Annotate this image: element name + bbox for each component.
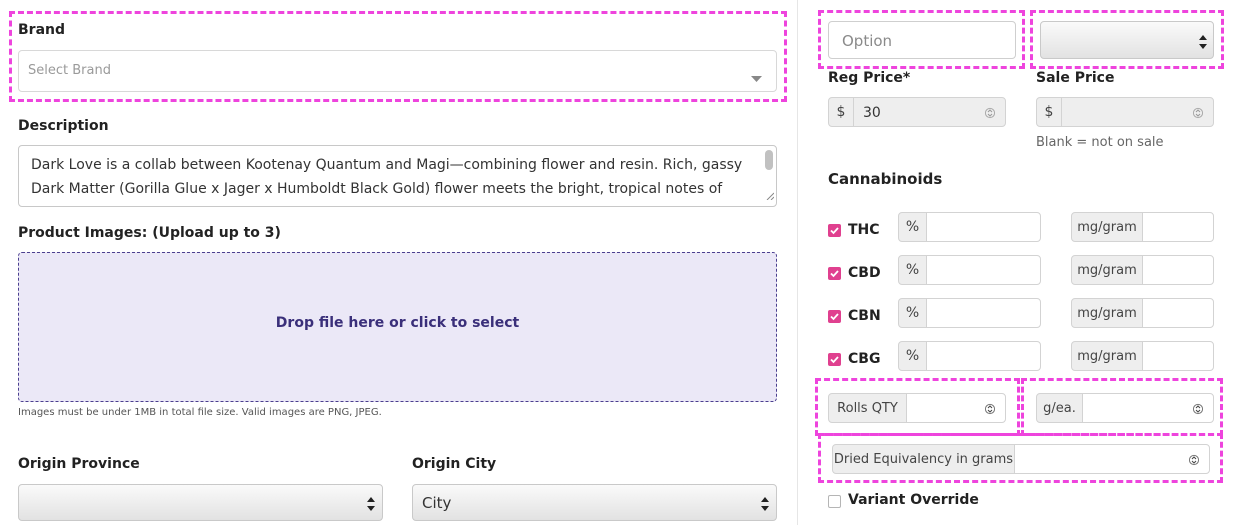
cbn-checkbox[interactable] (828, 310, 841, 323)
cbn-percent-addon: % (898, 298, 927, 328)
description-line-2: Dark Matter (Gorilla Glue x Jager x Humb… (31, 181, 723, 197)
reg-price-prefix: $ (828, 97, 854, 127)
stepper-icon[interactable] (1192, 105, 1204, 124)
cannabinoids-title: Cannabinoids (828, 170, 943, 188)
dried-equivalency-input[interactable] (1014, 444, 1210, 474)
cbd-mg-input[interactable] (1142, 255, 1214, 285)
origin-city-label: Origin City (412, 456, 497, 472)
dried-equivalency-addon: Dried Equivalency in grams (832, 444, 1015, 474)
thc-label: THC (848, 222, 880, 238)
description-textarea[interactable]: Dark Love is a collab between Kootenay Q… (18, 145, 777, 207)
thc-mg-addon: mg/gram (1071, 212, 1143, 242)
cbn-label: CBN (848, 308, 881, 324)
cbn-mg-input[interactable] (1142, 298, 1214, 328)
select-arrows-icon (761, 496, 769, 515)
sale-price-input[interactable] (1061, 97, 1214, 127)
cbd-checkbox[interactable] (828, 267, 841, 280)
description-line-1: Dark Love is a collab between Kootenay Q… (31, 157, 743, 173)
thc-checkbox[interactable] (828, 224, 841, 237)
origin-city-value: City (422, 494, 452, 512)
cbd-percent-input[interactable] (926, 255, 1041, 285)
cbg-checkbox[interactable] (828, 353, 841, 366)
g-ea-input[interactable] (1082, 393, 1214, 423)
option-input[interactable]: Option (828, 21, 1016, 59)
cbd-mg-addon: mg/gram (1071, 255, 1143, 285)
reg-price-value: 30 (863, 105, 881, 121)
cbg-percent-addon: % (898, 341, 927, 371)
reg-price-input[interactable]: 30 (853, 97, 1006, 127)
origin-province-select[interactable] (18, 484, 383, 521)
thc-mg-input[interactable] (1142, 212, 1214, 242)
origin-city-select[interactable]: City (412, 484, 777, 521)
origin-province-label: Origin Province (18, 456, 140, 472)
images-help-text: Images must be under 1MB in total file s… (18, 407, 382, 418)
g-ea-addon: g/ea. (1036, 393, 1083, 423)
resize-handle-icon[interactable] (766, 185, 775, 204)
cbd-percent-addon: % (898, 255, 927, 285)
column-divider (797, 0, 798, 525)
rolls-qty-addon: Rolls QTY (828, 393, 907, 423)
image-dropzone[interactable]: Drop file here or click to select (18, 252, 777, 402)
rolls-qty-input[interactable] (906, 393, 1006, 423)
cbg-label: CBG (848, 351, 881, 367)
brand-label: Brand (18, 22, 66, 38)
chevron-down-icon (751, 68, 762, 87)
textarea-scrollbar[interactable] (765, 150, 773, 170)
stepper-icon[interactable] (1188, 452, 1200, 471)
cbn-percent-input[interactable] (926, 298, 1041, 328)
description-label: Description (18, 118, 109, 134)
variant-override-label: Variant Override (848, 492, 979, 508)
product-images-label: Product Images: (Upload up to 3) (18, 225, 281, 241)
sale-price-label: Sale Price (1036, 70, 1115, 86)
cbg-percent-input[interactable] (926, 341, 1041, 371)
stepper-icon[interactable] (984, 105, 996, 124)
thc-percent-addon: % (898, 212, 927, 242)
cbn-mg-addon: mg/gram (1071, 298, 1143, 328)
dropzone-text: Drop file here or click to select (275, 315, 520, 331)
select-arrows-icon (367, 496, 375, 515)
variant-override-checkbox[interactable] (828, 495, 841, 508)
reg-price-label: Reg Price* (828, 70, 911, 86)
sale-price-prefix: $ (1036, 97, 1062, 127)
stepper-icon[interactable] (984, 401, 996, 420)
sale-price-help: Blank = not on sale (1036, 135, 1164, 150)
thc-percent-input[interactable] (926, 212, 1041, 242)
cbg-mg-input[interactable] (1142, 341, 1214, 371)
select-arrows-icon (1199, 34, 1207, 53)
option-placeholder: Option (842, 32, 893, 50)
option-select[interactable] (1040, 21, 1214, 59)
cbd-label: CBD (848, 265, 881, 281)
cbg-mg-addon: mg/gram (1071, 341, 1143, 371)
brand-select[interactable]: Select Brand (18, 50, 777, 92)
brand-placeholder: Select Brand (28, 63, 111, 78)
stepper-icon[interactable] (1192, 401, 1204, 420)
